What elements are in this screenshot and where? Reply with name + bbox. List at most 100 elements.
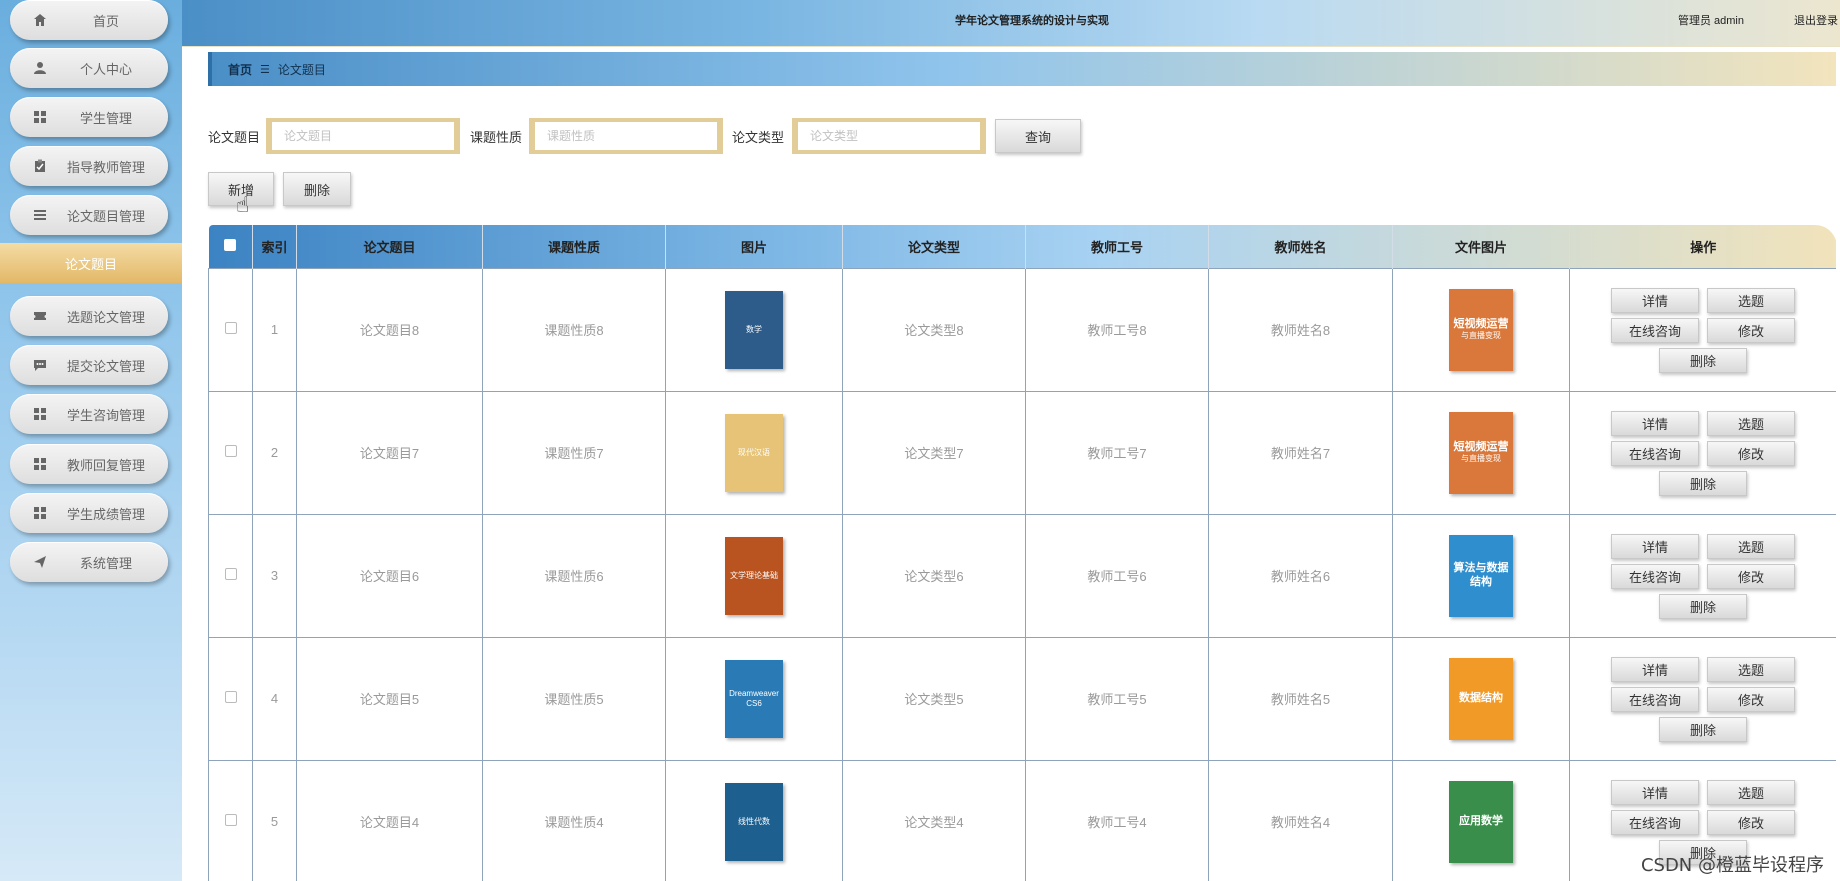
logout-link[interactable]: 退出登录 — [1794, 12, 1838, 28]
cell-teacher-no: 教师工号5 — [1025, 636, 1209, 761]
cell-nature: 课题性质6 — [482, 513, 666, 638]
sidebar-item-6[interactable]: 选题论文管理 — [10, 296, 168, 336]
file-image-subtext: 与直播变现 — [1461, 454, 1501, 464]
file-image[interactable]: 应用数学 — [1449, 780, 1513, 863]
cell-type: 论文类型8 — [842, 267, 1026, 392]
query-button[interactable]: 查询 — [995, 119, 1081, 153]
sidebar-item-7[interactable]: 提交论文管理 — [10, 345, 168, 385]
book-cover-image[interactable]: 文学理论基础 — [725, 536, 783, 615]
file-image-text: 应用数学 — [1459, 814, 1503, 827]
file-image[interactable]: 算法与数据结构 — [1449, 534, 1513, 617]
column-index: 索引 — [252, 225, 297, 268]
detail-button[interactable]: 详情 — [1611, 534, 1699, 559]
online-consult-button[interactable]: 在线咨询 — [1611, 810, 1699, 835]
book-cover-text: 数学 — [746, 324, 762, 334]
mouse-cursor-icon: ☝ — [236, 192, 250, 217]
sidebar-item-2[interactable]: 个人中心 — [10, 48, 168, 88]
delete-button[interactable]: 删除 — [283, 172, 351, 206]
select-topic-button[interactable]: 选题 — [1707, 657, 1795, 682]
book-cover-image[interactable]: 数学 — [725, 290, 783, 369]
detail-button[interactable]: 详情 — [1611, 411, 1699, 436]
row-checkbox-cell[interactable] — [208, 390, 253, 515]
file-image[interactable]: 短视频运营 与直播变现 — [1449, 411, 1513, 494]
cell-image: 文学理论基础 — [665, 513, 843, 638]
select-topic-button[interactable]: 选题 — [1707, 411, 1795, 436]
sidebar-item-11[interactable]: 系统管理 — [10, 542, 168, 582]
column-ops: 操作 — [1690, 239, 1717, 255]
sidebar-item-5[interactable]: 论文题目管理 — [10, 195, 168, 235]
cell-teacher-no: 教师工号6 — [1025, 513, 1209, 638]
row-checkbox-cell[interactable] — [208, 267, 253, 392]
send-icon — [32, 554, 48, 570]
book-cover-text: Dreamweaver CS6 — [729, 688, 779, 708]
cell-image: Dreamweaver CS6 — [665, 636, 843, 761]
file-image-text: 数据结构 — [1459, 691, 1503, 704]
row-checkbox[interactable] — [224, 568, 237, 580]
sidebar-item-8[interactable]: 学生咨询管理 — [10, 394, 168, 434]
sidebar-item-10[interactable]: 学生成绩管理 — [10, 493, 168, 533]
edit-button[interactable]: 修改 — [1707, 564, 1795, 589]
select-topic-button[interactable]: 选题 — [1707, 780, 1795, 805]
row-checkbox-cell[interactable] — [208, 759, 253, 881]
sidebar-item-4[interactable]: 指导教师管理 — [10, 146, 168, 186]
sidebar-subitem-active[interactable]: 论文题目 — [0, 243, 182, 283]
online-consult-button[interactable]: 在线咨询 — [1611, 564, 1699, 589]
online-consult-button[interactable]: 在线咨询 — [1611, 687, 1699, 712]
edit-button[interactable]: 修改 — [1707, 441, 1795, 466]
edit-button[interactable]: 修改 — [1707, 318, 1795, 343]
select-all-checkbox-cell[interactable] — [208, 225, 253, 268]
breadcrumb-home[interactable]: 首页 — [228, 61, 252, 78]
cell-image: 现代汉语 — [665, 390, 843, 515]
cell-teacher-no: 教师工号8 — [1025, 267, 1209, 392]
cell-teacher-name: 教师姓名4 — [1208, 759, 1393, 881]
edit-button[interactable]: 修改 — [1707, 687, 1795, 712]
cell-file-image: 短视频运营 与直播变现 — [1392, 390, 1570, 515]
book-cover-text: 现代汉语 — [738, 447, 770, 457]
select-topic-button[interactable]: 选题 — [1707, 534, 1795, 559]
table-row: 2 论文题目7 课题性质7 现代汉语 论文类型7 教师工号7 教师姓名7 短视频运营 与直播变现… — [208, 390, 1836, 515]
file-image[interactable]: 数据结构 — [1449, 657, 1513, 740]
cell-file-image: 算法与数据结构 — [1392, 513, 1570, 638]
file-image-text: 短视频运营 — [1453, 318, 1509, 331]
cell-index: 3 — [252, 513, 297, 638]
online-consult-button[interactable]: 在线咨询 — [1611, 318, 1699, 343]
book-cover-text: 文学理论基础 — [730, 570, 778, 580]
detail-button[interactable]: 详情 — [1611, 657, 1699, 682]
cell-index: 1 — [252, 267, 297, 392]
edit-button[interactable]: 修改 — [1707, 810, 1795, 835]
select-all-checkbox[interactable] — [224, 238, 237, 251]
file-image[interactable]: 短视频运营 与直播变现 — [1449, 288, 1513, 371]
file-image-text: 短视频运营 — [1453, 441, 1509, 454]
row-checkbox-cell[interactable] — [208, 636, 253, 761]
sidebar-item-3[interactable]: 学生管理 — [10, 97, 168, 137]
detail-button[interactable]: 详情 — [1611, 288, 1699, 313]
row-checkbox[interactable] — [224, 445, 237, 457]
book-cover-image[interactable]: 线性代数 — [725, 782, 783, 861]
sidebar-item-9[interactable]: 教师回复管理 — [10, 444, 168, 484]
row-checkbox-cell[interactable] — [208, 513, 253, 638]
type-search-input[interactable] — [792, 118, 986, 154]
delete-row-button[interactable]: 删除 — [1659, 471, 1747, 496]
cell-ops: 详情 选题 在线咨询 修改删除 — [1569, 390, 1836, 515]
delete-row-button[interactable]: 删除 — [1659, 348, 1747, 373]
row-checkbox[interactable] — [224, 691, 237, 703]
row-checkbox[interactable] — [224, 814, 237, 826]
column-file-image: 文件图片 — [1392, 225, 1570, 268]
nature-search-label: 课题性质 — [470, 130, 523, 145]
delete-row-button[interactable]: 删除 — [1659, 594, 1747, 619]
row-checkbox[interactable] — [224, 322, 237, 334]
cell-teacher-name: 教师姓名7 — [1208, 390, 1393, 515]
cell-type: 论文类型4 — [842, 759, 1026, 881]
delete-row-button[interactable]: 删除 — [1659, 717, 1747, 742]
type-search-label: 论文类型 — [732, 130, 785, 145]
nature-search-input[interactable] — [529, 118, 723, 154]
sidebar-item-1[interactable]: 首页 — [10, 0, 168, 40]
detail-button[interactable]: 详情 — [1611, 780, 1699, 805]
book-cover-image[interactable]: Dreamweaver CS6 — [725, 659, 783, 738]
top-bar: 学年论文管理系统的设计与实现 管理员 admin 退出登录 — [182, 0, 1840, 47]
title-search-input[interactable] — [266, 118, 460, 154]
book-cover-image[interactable]: 现代汉语 — [725, 413, 783, 492]
online-consult-button[interactable]: 在线咨询 — [1611, 441, 1699, 466]
select-topic-button[interactable]: 选题 — [1707, 288, 1795, 313]
clipboard-icon — [32, 158, 48, 174]
